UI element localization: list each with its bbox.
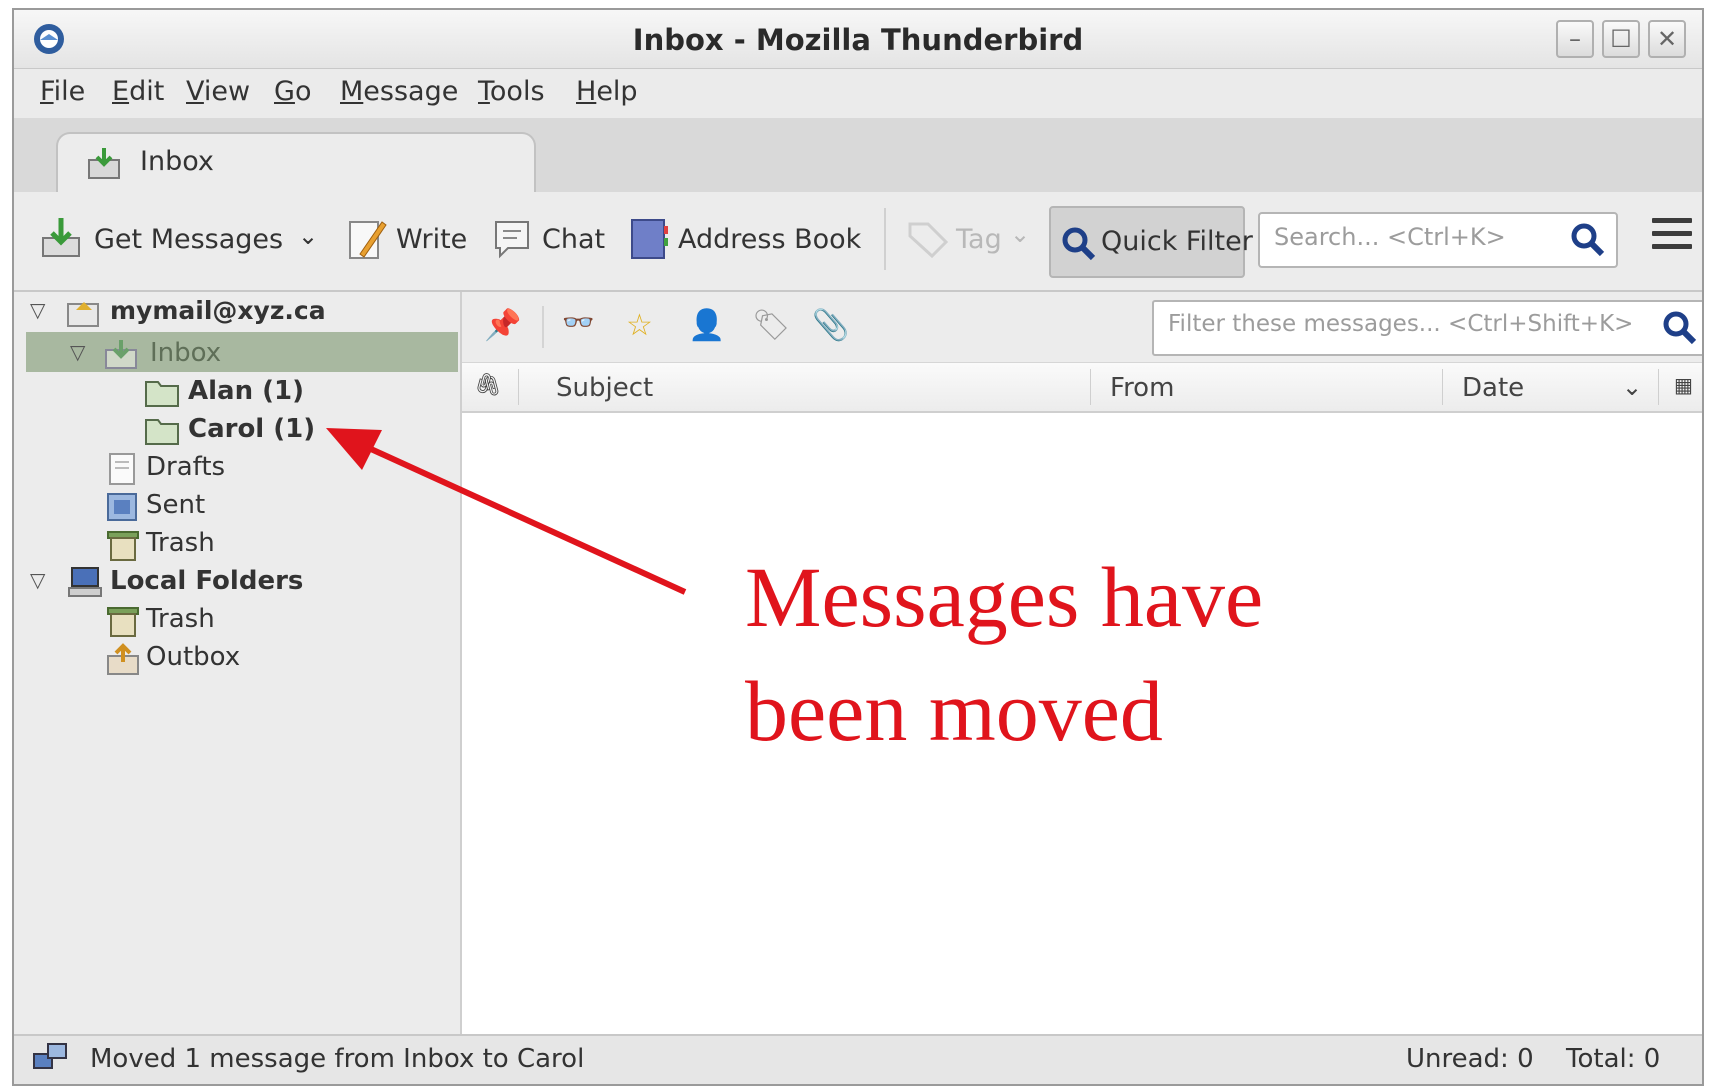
address-book-label: Address Book	[678, 224, 862, 255]
carol-label: Carol (1)	[188, 414, 316, 444]
folder-pane: ▽ mymail@xyz.ca ▽ Inbox Alan (1) Carol (…	[14, 292, 462, 1039]
quick-filter-button[interactable]: Quick Filter	[1049, 206, 1253, 278]
chat-button[interactable]: Chat	[492, 212, 612, 268]
chat-icon	[495, 221, 529, 259]
unread-filter-icon[interactable]: 👓	[562, 308, 594, 338]
inbox-twisty-icon[interactable]: ▽	[70, 340, 85, 364]
tag-icon	[908, 222, 949, 259]
main-toolbar: Get Messages ⌄ Write Chat Address Book T…	[14, 192, 1702, 292]
carol-folder-icon	[145, 419, 179, 445]
menu-message[interactable]: Message	[340, 76, 458, 107]
app-menu-icon[interactable]	[1652, 218, 1692, 258]
tags-filter-icon[interactable]: 🏷	[752, 308, 790, 343]
chevron-down-icon[interactable]: ⌄	[298, 222, 318, 250]
column-separator	[1090, 369, 1091, 405]
magnifier-icon	[1062, 227, 1096, 261]
total-count: Total: 0	[1566, 1044, 1661, 1074]
write-label: Write	[396, 224, 468, 255]
global-search-box	[1258, 212, 1618, 268]
get-messages-label: Get Messages	[94, 224, 284, 255]
tag-chevron-down-icon: ⌄	[1010, 220, 1031, 248]
address-book-button[interactable]: Address Book	[628, 212, 862, 268]
computer-icon	[68, 567, 102, 597]
outbox-icon	[107, 643, 139, 675]
trash-icon	[107, 531, 139, 561]
write-button[interactable]: Write	[346, 212, 476, 268]
local-trash-icon	[107, 607, 139, 637]
column-picker-icon[interactable]: ▦	[1674, 373, 1693, 397]
minimize-button[interactable]: –	[1556, 20, 1594, 58]
expand-twisty-icon[interactable]: ▽	[30, 298, 45, 322]
tag-button[interactable]: Tag ⌄	[906, 212, 1036, 268]
window-title: Inbox - Mozilla Thunderbird	[632, 23, 1084, 57]
account-label: mymail@xyz.ca	[110, 296, 326, 325]
tag-label: Tag	[956, 224, 1002, 255]
date-column-header[interactable]: Date	[1462, 373, 1524, 403]
address-book-icon	[631, 219, 668, 259]
subject-column-header[interactable]: Subject	[556, 373, 653, 403]
filter-search-icon[interactable]	[1662, 310, 1698, 346]
trash-label: Trash	[146, 528, 215, 558]
drafts-icon	[109, 453, 135, 485]
unread-count: Unread: 0	[1406, 1044, 1534, 1074]
alan-label: Alan (1)	[188, 376, 304, 406]
alan-folder-icon	[145, 381, 179, 407]
attachment-column-icon[interactable]: 🖇	[474, 373, 502, 398]
local-folders-label: Local Folders	[110, 566, 304, 596]
quick-filter-bar: 📌 👓 ☆ 👤 🏷 📎	[462, 292, 1702, 362]
status-bar: Moved 1 message from Inbox to Carol Unre…	[14, 1034, 1702, 1084]
close-button[interactable]: ✕	[1648, 20, 1686, 58]
sent-icon	[107, 493, 137, 521]
tab-inbox[interactable]: Inbox	[56, 132, 536, 194]
sticky-pin-icon[interactable]: 📌	[484, 308, 521, 343]
tab-inbox-label: Inbox	[140, 146, 214, 177]
tab-strip: Inbox	[14, 118, 1702, 194]
local-trash-label: Trash	[146, 604, 215, 634]
menu-go[interactable]: Go	[274, 76, 311, 107]
outbox-label: Outbox	[146, 642, 241, 672]
annotation-text: Messages have been moved	[745, 540, 1445, 768]
sort-chevron-down-icon[interactable]: ⌄	[1622, 373, 1642, 401]
filter-messages-box	[1152, 300, 1702, 356]
status-message: Moved 1 message from Inbox to Carol	[90, 1044, 585, 1074]
annotation-line-2: been moved	[745, 663, 1163, 759]
drafts-label: Drafts	[146, 452, 226, 482]
attachment-filter-icon[interactable]: 📎	[812, 308, 849, 343]
get-messages-button[interactable]: Get Messages ⌄	[40, 212, 330, 268]
local-folders-twisty-icon[interactable]: ▽	[30, 568, 45, 592]
global-search-input[interactable]	[1272, 222, 1546, 252]
menu-file[interactable]: File	[40, 76, 85, 107]
column-separator	[1658, 369, 1659, 405]
filter-messages-input[interactable]	[1166, 310, 1640, 338]
toolbar-divider	[884, 208, 886, 270]
column-separator	[1442, 369, 1443, 405]
account-icon	[67, 302, 99, 327]
menu-help[interactable]: Help	[576, 76, 638, 107]
chat-label: Chat	[542, 224, 606, 255]
from-column-header[interactable]: From	[1110, 373, 1174, 403]
menu-tools[interactable]: Tools	[478, 76, 545, 107]
contact-filter-icon[interactable]: 👤	[688, 308, 725, 343]
menu-view[interactable]: View	[186, 76, 250, 107]
menu-bar: File Edit View Go Message Tools Help	[14, 70, 1702, 118]
get-messages-icon	[42, 218, 80, 257]
sent-label: Sent	[146, 490, 206, 520]
quick-filter-divider	[542, 306, 544, 348]
starred-filter-icon[interactable]: ☆	[626, 308, 653, 343]
network-status-icon	[33, 1043, 67, 1069]
selected-folder-highlight	[26, 332, 458, 372]
column-separator	[518, 369, 519, 405]
inbox-folder-icon	[105, 340, 137, 369]
write-icon	[349, 221, 387, 259]
title-bar: Inbox - Mozilla Thunderbird – ☐ ✕	[14, 10, 1702, 69]
menu-edit[interactable]: Edit	[112, 76, 164, 107]
inbox-icon	[88, 148, 120, 179]
quick-filter-label: Quick Filter	[1101, 226, 1253, 257]
maximize-button[interactable]: ☐	[1602, 20, 1640, 58]
search-icon[interactable]	[1570, 222, 1606, 258]
annotation-line-1: Messages have	[745, 549, 1264, 645]
inbox-label: Inbox	[150, 338, 222, 368]
column-header: 🖇 Subject From Date ⌄ ▦	[462, 362, 1702, 413]
